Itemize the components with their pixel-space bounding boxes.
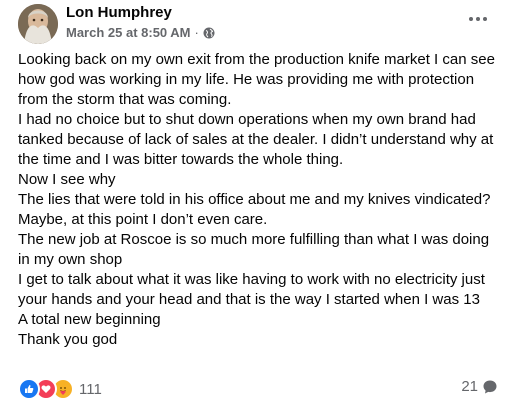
comment-icon [482,379,498,395]
post-paragraph: A total new beginning [18,311,161,328]
globe-icon [203,27,215,39]
more-options-button[interactable] [466,10,490,28]
post-paragraph: I get to talk about what it was like hav… [18,271,485,308]
post-paragraph: Now I see why [18,171,116,188]
post-paragraph: Maybe, at this point I don’t even care. [18,211,268,228]
comment-count: 21 [461,378,478,395]
meta-separator: · [194,25,199,40]
reaction-count: 111 [79,380,102,398]
comments-count-button[interactable]: 21 [461,378,498,395]
post-meta: March 25 at 8:50 AM · [66,25,215,40]
dot-icon [483,17,487,21]
like-icon [18,378,40,400]
author-name[interactable]: Lon Humphrey [66,4,172,21]
post-header: Lon Humphrey March 25 at 8:50 AM · [18,4,505,44]
post-paragraph: The new job at Roscoe is so much more fu… [18,231,490,268]
avatar[interactable] [18,4,58,44]
post-paragraph: Looking back on my own exit from the pro… [18,51,495,108]
post-paragraph: The lies that were told in his office ab… [18,191,491,208]
post-timestamp[interactable]: March 25 at 8:50 AM [66,25,191,40]
dot-icon [469,17,473,21]
post-paragraph: Thank you god [18,331,118,348]
post-paragraph: I had no choice but to shut down operati… [18,111,494,168]
post-text: Looking back on my own exit from the pro… [18,50,500,350]
reactions-summary[interactable]: 111 [18,378,102,400]
post-footer: 111 21 [18,378,498,400]
dot-icon [476,17,480,21]
